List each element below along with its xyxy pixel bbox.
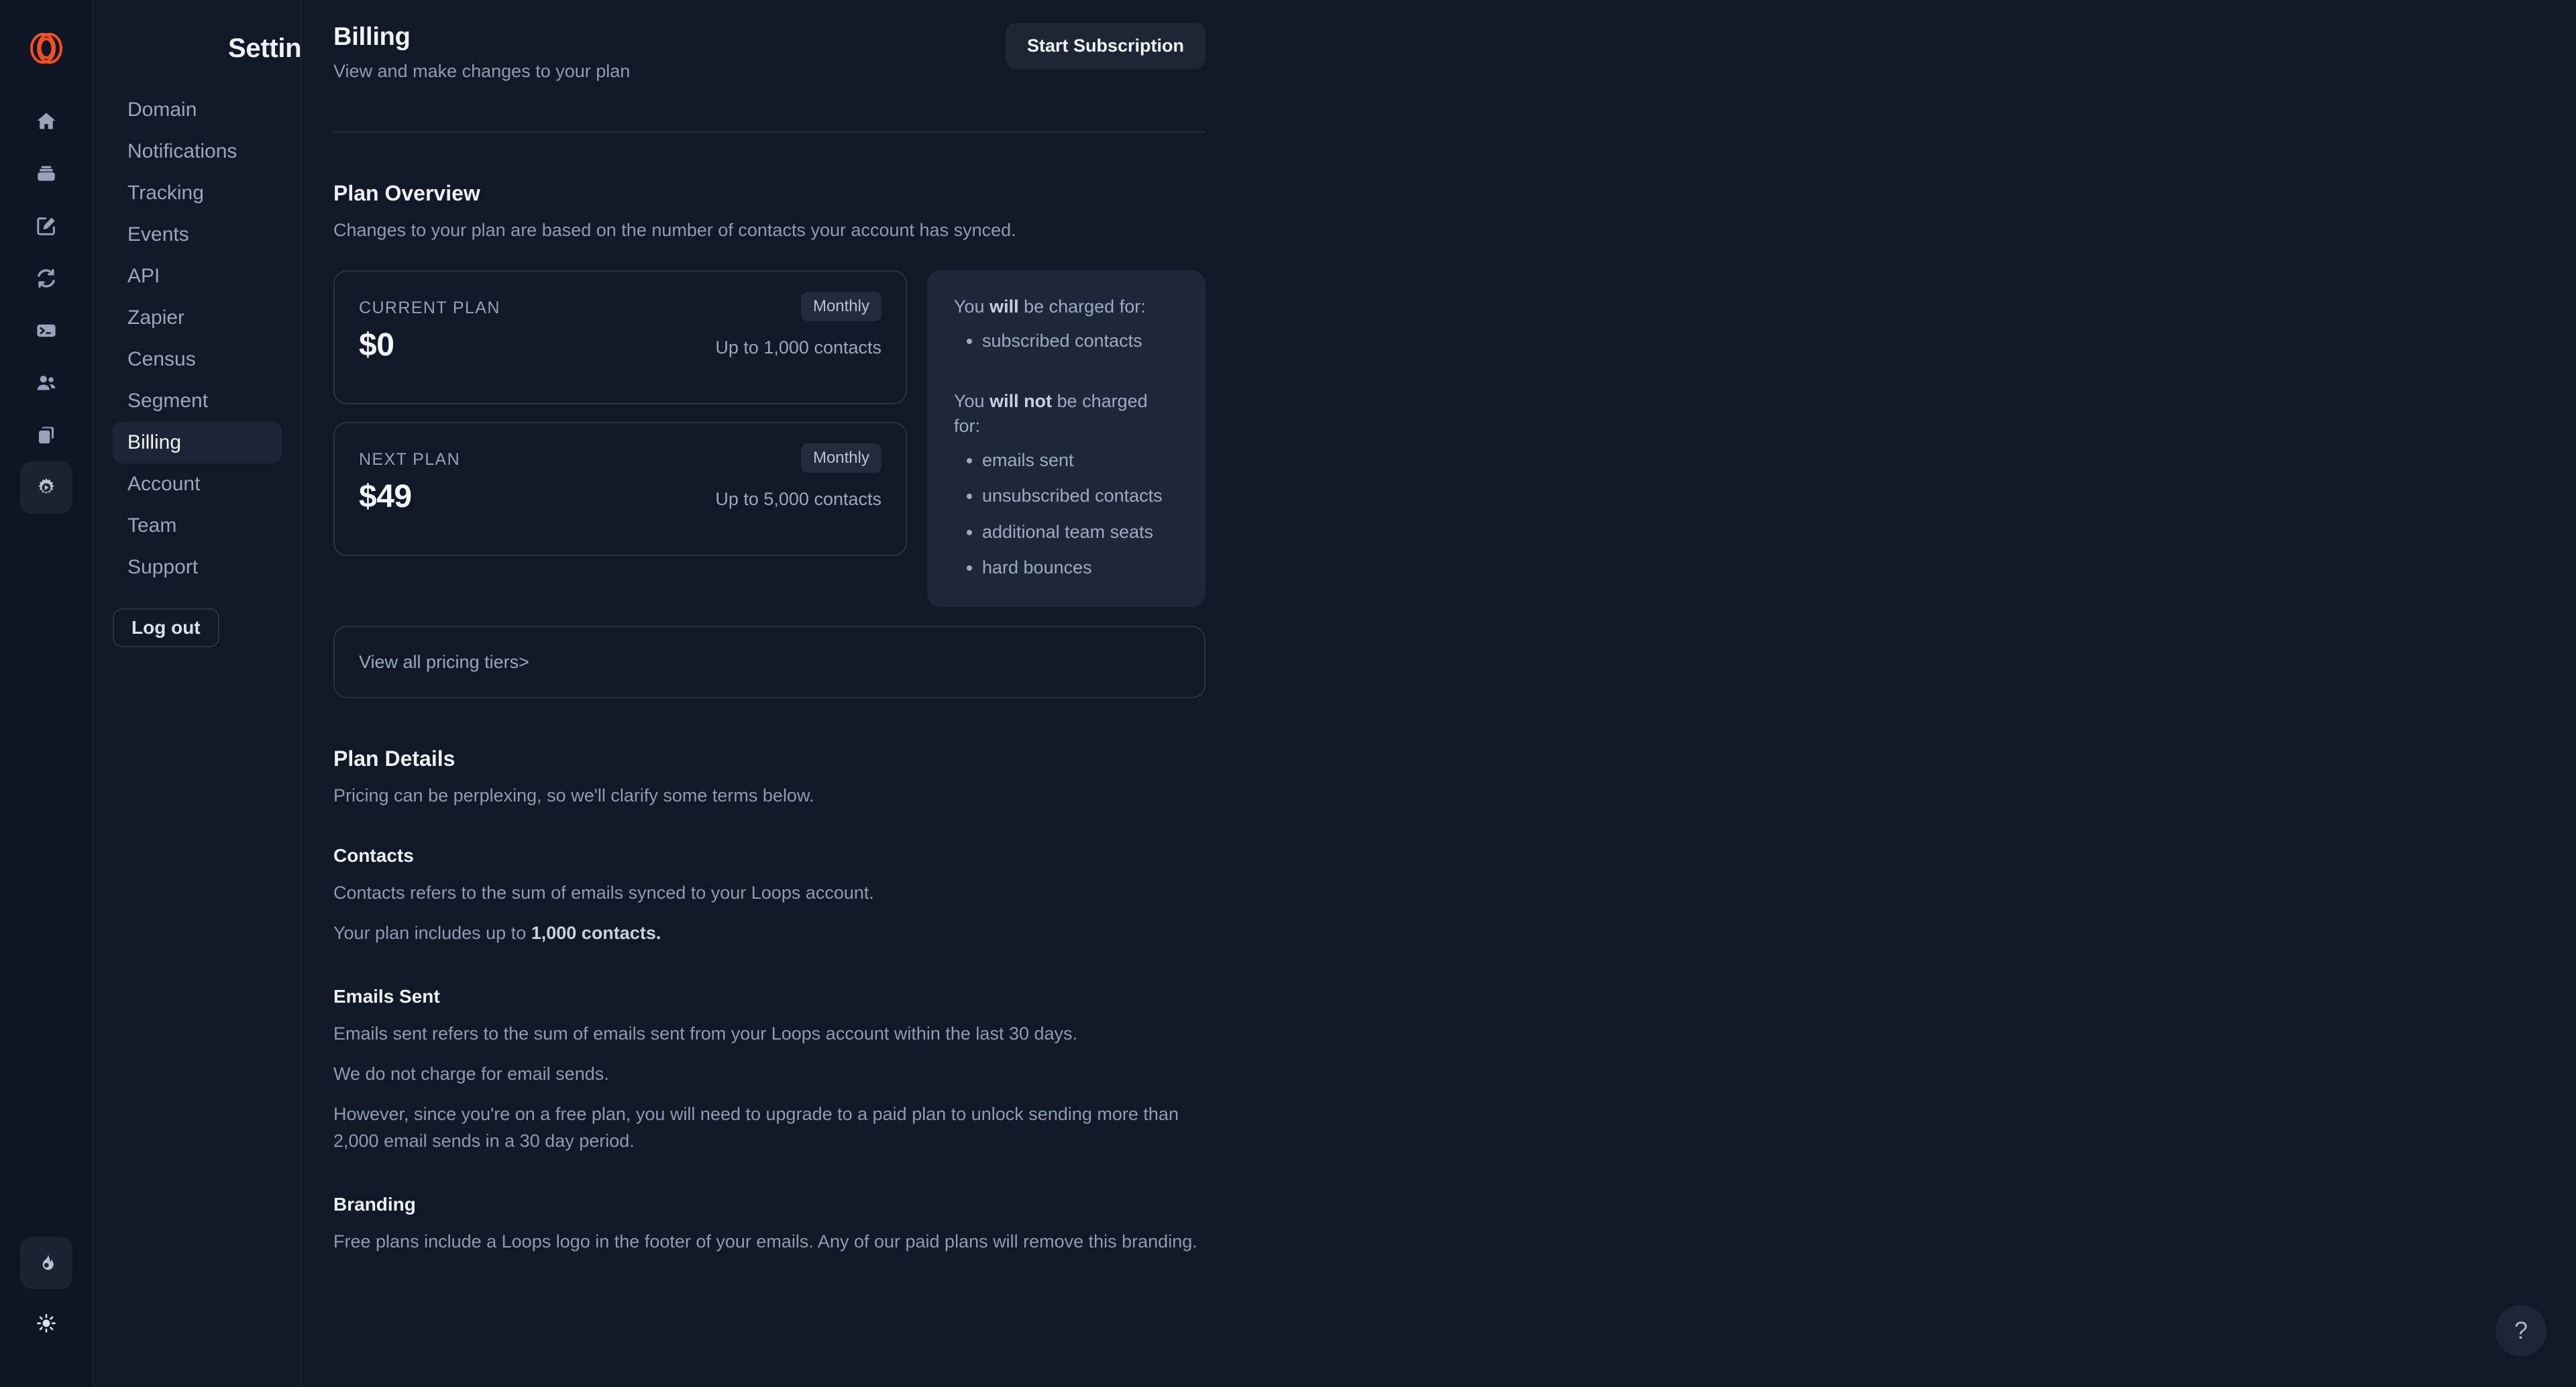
wont-bold: will not xyxy=(989,390,1053,411)
current-plan-limit: Up to 1,000 contacts xyxy=(715,337,881,357)
will-bold: will xyxy=(989,296,1019,317)
flame-icon[interactable] xyxy=(20,1237,72,1289)
rail-bottom-icons xyxy=(0,1237,93,1349)
main-content: Billing View and make changes to your pl… xyxy=(302,0,2576,1387)
emails-sent-paragraph-3: However, since you're on a free plan, yo… xyxy=(333,1103,1179,1151)
next-plan-limit: Up to 5,000 contacts xyxy=(715,489,881,509)
sidebar-item-events[interactable]: Events xyxy=(113,214,282,256)
view-all-pricing-tiers-label: View all pricing tiers xyxy=(359,651,519,672)
contacts-p2-bold: 1,000 contacts. xyxy=(531,922,661,943)
next-plan-card-top: NEXT PLAN Monthly xyxy=(359,443,881,473)
help-button[interactable]: ? xyxy=(2496,1305,2546,1356)
settings-nav-list: Domain Notifications Tracking Events API… xyxy=(94,89,301,588)
contacts-paragraph-1: Contacts refers to the sum of emails syn… xyxy=(333,883,874,903)
next-plan-billing-badge: Monthly xyxy=(800,443,881,473)
archive-icon[interactable] xyxy=(20,148,72,200)
contacts-heading: Contacts xyxy=(333,845,414,866)
app-root: Settings Domain Notifications Tracking E… xyxy=(0,0,2576,1387)
chevron-right-icon: > xyxy=(519,651,529,672)
wont-prefix: You xyxy=(954,390,990,411)
compose-icon[interactable] xyxy=(20,200,72,252)
will-not-be-charged-list: emails sent unsubscribed contacts additi… xyxy=(982,448,1179,580)
sidebar-item-tracking[interactable]: Tracking xyxy=(113,172,282,214)
home-icon[interactable] xyxy=(20,95,72,148)
content-column: Billing View and make changes to your pl… xyxy=(333,0,1205,1256)
sidebar-item-segment[interactable]: Segment xyxy=(113,380,282,422)
page-title: Billing xyxy=(333,23,411,51)
contacts-paragraph-2: Your plan includes up to 1,000 contacts. xyxy=(333,920,1205,947)
plan-overview-subtitle: Changes to your plan are based on the nu… xyxy=(333,220,1016,240)
will-be-charged-heading: You will be charged for: xyxy=(954,294,1179,319)
logout-container: Log out xyxy=(94,608,301,647)
sidebar-item-account[interactable]: Account xyxy=(113,463,282,505)
will-not-be-charged-heading: You will not be charged for: xyxy=(954,389,1179,439)
contacts-p2-prefix: Your plan includes up to xyxy=(333,922,531,943)
list-item: additional team seats xyxy=(982,520,1179,545)
sidebar-item-census[interactable]: Census xyxy=(113,339,282,380)
emails-sent-heading: Emails Sent xyxy=(333,985,440,1007)
branding-heading: Branding xyxy=(333,1193,416,1215)
start-subscription-button[interactable]: Start Subscription xyxy=(1005,23,1205,69)
loops-logo-icon[interactable] xyxy=(21,24,72,72)
sidebar-item-domain[interactable]: Domain xyxy=(113,89,282,131)
logout-button[interactable]: Log out xyxy=(113,608,219,647)
current-plan-price: $0 xyxy=(359,327,394,363)
sidebar-item-support[interactable]: Support xyxy=(113,547,282,588)
audience-icon[interactable] xyxy=(20,357,72,409)
plan-overview-title: Plan Overview xyxy=(333,181,480,205)
current-plan-billing-badge: Monthly xyxy=(800,292,881,321)
sidebar-item-notifications[interactable]: Notifications xyxy=(113,131,282,172)
page-subtitle: View and make changes to your plan xyxy=(333,61,631,81)
will-be-charged-list: subscribed contacts xyxy=(982,329,1179,353)
emails-sent-paragraph-2: We do not charge for email sends. xyxy=(333,1063,609,1084)
current-plan-label: CURRENT PLAN xyxy=(359,298,500,317)
plan-details-subtitle: Pricing can be perplexing, so we'll clar… xyxy=(333,785,814,806)
branding-paragraph-1: Free plans include a Loops logo in the f… xyxy=(333,1231,1197,1252)
current-plan-card-top: CURRENT PLAN Monthly xyxy=(359,292,881,321)
charges-spacer xyxy=(954,354,1179,389)
plan-details-title: Plan Details xyxy=(333,746,455,771)
sidebar-item-zapier[interactable]: Zapier xyxy=(113,297,282,339)
next-plan-price: $49 xyxy=(359,479,412,514)
will-prefix: You xyxy=(954,296,990,317)
current-plan-card-bottom: $0 Up to 1,000 contacts xyxy=(359,327,881,364)
gear-icon[interactable] xyxy=(20,461,72,514)
charges-info-panel: You will be charged for: subscribed cont… xyxy=(927,270,1205,607)
settings-sidebar: Settings Domain Notifications Tracking E… xyxy=(94,0,333,1387)
next-plan-label: NEXT PLAN xyxy=(359,450,461,469)
will-suffix: be charged for: xyxy=(1018,296,1146,317)
list-item: subscribed contacts xyxy=(982,329,1179,353)
emails-sent-paragraph-1: Emails sent refers to the sum of emails … xyxy=(333,1023,1078,1044)
sidebar-title: Settings xyxy=(228,34,333,63)
sun-icon[interactable] xyxy=(20,1297,72,1349)
sidebar-item-team[interactable]: Team xyxy=(113,505,282,547)
list-item: unsubscribed contacts xyxy=(982,484,1179,508)
next-plan-card-bottom: $49 Up to 5,000 contacts xyxy=(359,478,881,515)
icon-rail xyxy=(0,0,94,1387)
page-header: Billing View and make changes to your pl… xyxy=(333,23,1205,82)
list-item: hard bounces xyxy=(982,555,1179,580)
templates-icon[interactable] xyxy=(20,409,72,461)
sidebar-item-billing[interactable]: Billing xyxy=(113,422,282,463)
plan-card-column: CURRENT PLAN Monthly $0 Up to 1,000 cont… xyxy=(333,270,907,607)
header-divider xyxy=(333,131,1205,133)
next-plan-card[interactable]: NEXT PLAN Monthly $49 Up to 5,000 contac… xyxy=(333,422,907,556)
plan-grid: CURRENT PLAN Monthly $0 Up to 1,000 cont… xyxy=(333,270,1205,607)
current-plan-card[interactable]: CURRENT PLAN Monthly $0 Up to 1,000 cont… xyxy=(333,270,907,404)
terminal-icon[interactable] xyxy=(20,304,72,357)
list-item: emails sent xyxy=(982,448,1179,473)
sidebar-item-api[interactable]: API xyxy=(113,256,282,297)
rail-icon-list xyxy=(20,95,72,514)
loops-sync-icon[interactable] xyxy=(20,252,72,304)
view-all-pricing-tiers-button[interactable]: View all pricing tiers > xyxy=(333,626,1205,698)
page-header-text: Billing View and make changes to your pl… xyxy=(333,23,630,82)
